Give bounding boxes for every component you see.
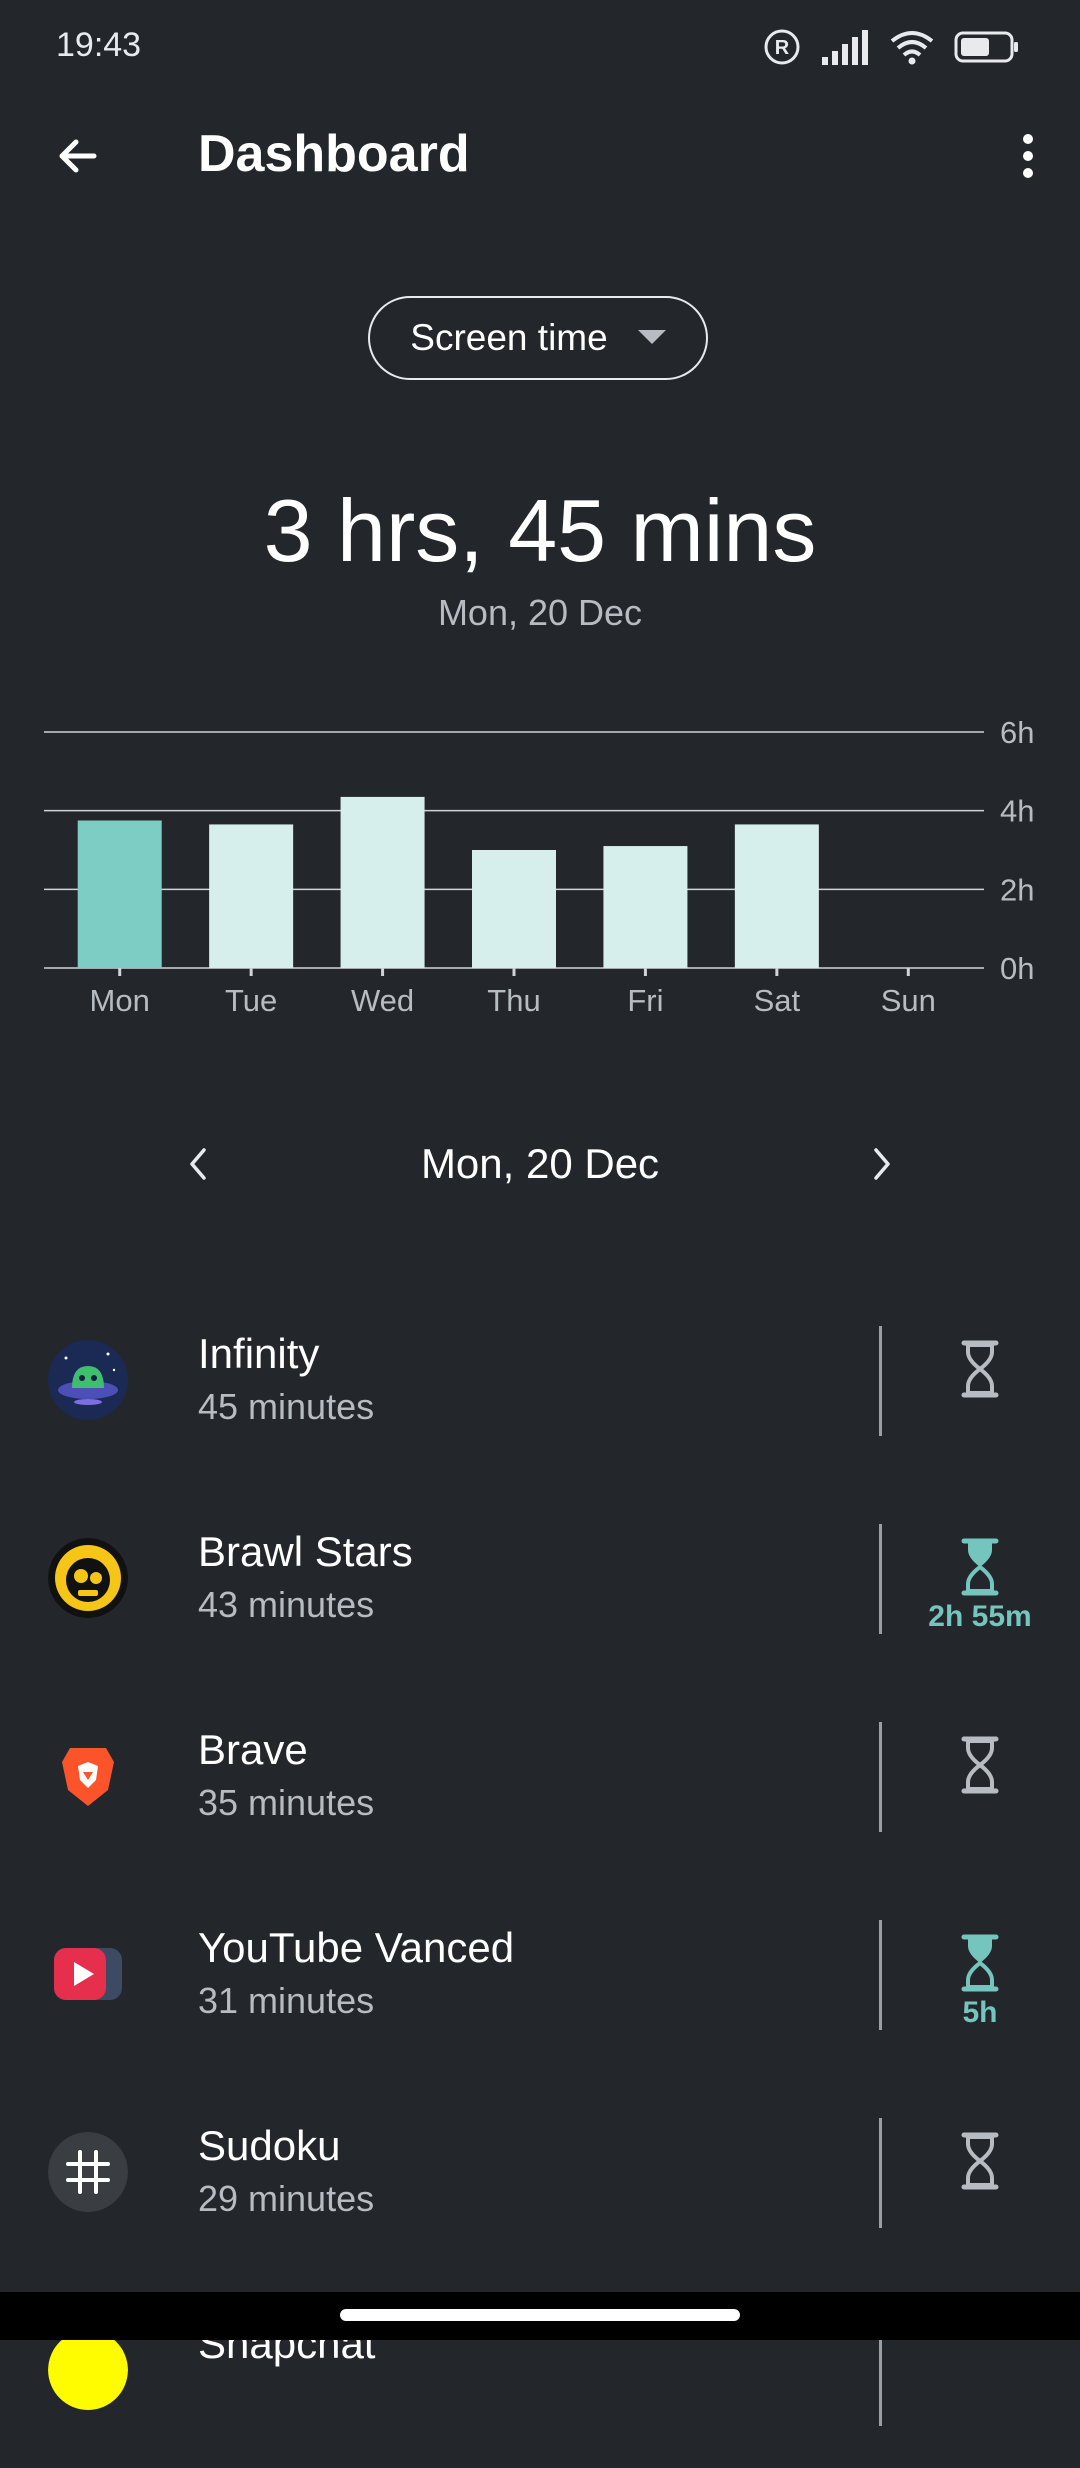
row-divider xyxy=(879,1326,882,1436)
app-usage: 43 minutes xyxy=(198,1584,375,1625)
snapchat-app-icon xyxy=(48,2330,128,2410)
app-usage: 29 minutes xyxy=(198,2178,375,2219)
hourglass-icon xyxy=(961,1340,999,1398)
brawl-stars-app-icon xyxy=(48,1538,128,1618)
chart-bar xyxy=(603,846,688,968)
app-timer-label: 5h xyxy=(962,1996,998,2029)
chart-bar xyxy=(734,824,819,968)
x-tick-label: Thu xyxy=(487,983,540,1018)
x-tick-label: Wed xyxy=(351,983,414,1018)
chart-bar xyxy=(340,796,425,968)
y-tick-label: 2h xyxy=(1000,872,1034,907)
row-divider xyxy=(879,2118,882,2228)
next-day-button[interactable] xyxy=(852,1128,912,1200)
hourglass-icon xyxy=(961,1736,999,1794)
app-timer-button[interactable] xyxy=(900,2112,1060,2242)
x-tick-label: Fri xyxy=(627,983,663,1018)
row-divider xyxy=(879,1920,882,2030)
hourglass-icon xyxy=(961,2132,999,2190)
battery-icon xyxy=(954,31,1018,63)
app-row-brawl-stars[interactable]: Brawl Stars 43 minutes 2h 55m xyxy=(0,1478,1080,1676)
row-divider xyxy=(879,1524,882,1634)
x-tick-label: Sun xyxy=(881,983,936,1018)
app-row-infinity[interactable]: Infinity 45 minutes xyxy=(0,1280,1080,1478)
status-icons: R xyxy=(762,22,1020,72)
y-tick-label: 0h xyxy=(1000,951,1034,986)
app-timer-button[interactable] xyxy=(900,1716,1060,1846)
wifi-icon xyxy=(890,31,934,65)
page-title: Dashboard xyxy=(198,125,470,183)
more-options-button[interactable] xyxy=(990,118,1066,194)
arrow-back-icon xyxy=(59,139,97,173)
chart-bar xyxy=(209,824,294,968)
hourglass-filled-icon xyxy=(961,1934,999,1992)
y-tick-label: 6h xyxy=(1000,715,1034,750)
status-time: 19:43 xyxy=(56,26,142,64)
dropdown-arrow-icon xyxy=(637,330,666,344)
app-timer-button[interactable]: 5h xyxy=(900,1914,1060,2044)
app-row-brave[interactable]: Brave 35 minutes xyxy=(0,1676,1080,1874)
chart-bar xyxy=(472,850,556,968)
metric-dropdown[interactable]: Screen time xyxy=(368,296,708,380)
x-tick-label: Mon xyxy=(90,983,150,1018)
app-timer-button[interactable]: 2h 55m xyxy=(900,1518,1060,1648)
summary-date: Mon, 20 Dec xyxy=(437,592,643,633)
signal-icon xyxy=(822,30,868,65)
app-timer-label: 2h 55m xyxy=(928,1600,1032,1633)
app-usage: 35 minutes xyxy=(198,1782,375,1823)
total-screen-time: 3 hrs, 45 mins xyxy=(263,481,817,580)
hourglass-filled-icon xyxy=(961,1538,999,1596)
row-divider xyxy=(879,1722,882,1832)
svg-text:R: R xyxy=(775,37,790,59)
chart-bar xyxy=(77,820,162,968)
registered-icon: R xyxy=(764,29,800,65)
selected-date: Mon, 20 Dec xyxy=(420,1140,660,1187)
home-indicator[interactable] xyxy=(340,2309,740,2321)
app-name: YouTube Vanced xyxy=(198,1924,515,1971)
app-usage: 31 minutes xyxy=(198,1980,375,2021)
x-tick-label: Sat xyxy=(754,983,801,1018)
app-timer-button[interactable] xyxy=(900,1320,1060,1450)
infinity-app-icon xyxy=(48,1340,128,1420)
back-button[interactable] xyxy=(40,118,116,194)
x-tick-label: Tue xyxy=(225,983,277,1018)
chevron-right-icon xyxy=(874,1148,890,1180)
app-name: Brave xyxy=(198,1726,308,1773)
app-usage: 45 minutes xyxy=(198,1386,375,1427)
app-name: Infinity xyxy=(198,1330,320,1377)
youtube-vanced-app-icon xyxy=(48,1934,128,2014)
app-row-youtube-vanced[interactable]: YouTube Vanced 31 minutes 5h xyxy=(0,1874,1080,2072)
app-row-sudoku[interactable]: Sudoku 29 minutes xyxy=(0,2072,1080,2270)
sudoku-app-icon xyxy=(48,2132,128,2212)
app-name: Brawl Stars xyxy=(198,1528,413,1575)
app-name: Sudoku xyxy=(198,2122,341,2169)
metric-dropdown-label: Screen time xyxy=(410,317,608,358)
brave-app-icon xyxy=(48,1736,128,1816)
more-vert-icon xyxy=(1023,134,1033,178)
weekly-usage-chart: 6h 4h 2h 0h Mon Tue Wed Thu Fri Sat Sun xyxy=(44,715,1034,1018)
y-tick-label: 4h xyxy=(1000,794,1034,829)
